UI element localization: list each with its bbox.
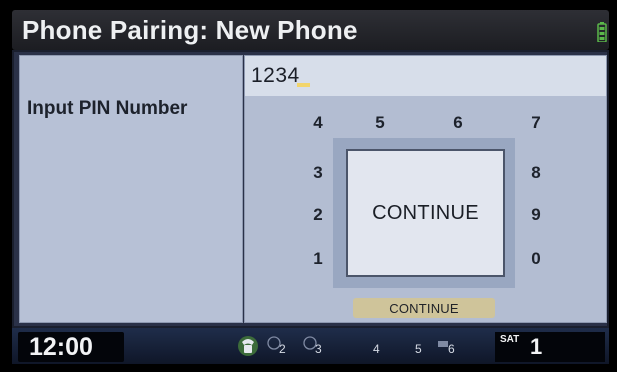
page-title: Phone Pairing: New Phone bbox=[22, 15, 358, 45]
digit-6[interactable]: 6 bbox=[446, 113, 470, 133]
main-area: Input PIN Number 1234 4 5 6 7 3 2 1 8 9 … bbox=[12, 50, 609, 328]
digit-5[interactable]: 5 bbox=[368, 113, 392, 133]
clock: 12:00 bbox=[29, 333, 93, 361]
sat-label: SAT bbox=[500, 334, 520, 345]
title-bar: Phone Pairing: New Phone bbox=[12, 10, 609, 50]
continue-button[interactable]: CONTINUE bbox=[346, 149, 505, 277]
digit-7[interactable]: 7 bbox=[524, 113, 548, 133]
battery-icon bbox=[597, 22, 607, 42]
preset-2[interactable]: 2 bbox=[265, 336, 295, 358]
left-panel: Input PIN Number bbox=[19, 55, 243, 323]
preset-3[interactable]: 3 bbox=[301, 336, 331, 358]
sat-indicator: SAT 1 bbox=[495, 332, 605, 362]
preset-4[interactable]: 4 bbox=[359, 336, 389, 358]
input-pin-label: Input PIN Number bbox=[27, 98, 188, 119]
phone-icon[interactable] bbox=[237, 333, 259, 357]
digit-8[interactable]: 8 bbox=[524, 163, 548, 183]
phone-pairing-screen: Phone Pairing: New Phone Input PIN Numbe… bbox=[0, 0, 617, 372]
sat-channel: 1 bbox=[530, 334, 543, 359]
pin-input[interactable]: 1234 bbox=[245, 56, 606, 96]
digit-2[interactable]: 2 bbox=[306, 205, 330, 225]
digit-9[interactable]: 9 bbox=[524, 205, 548, 225]
pin-value: 1234 bbox=[251, 64, 300, 87]
status-bar: 12:00 2 3 4 5 6 SAT 1 bbox=[12, 328, 609, 364]
digit-0[interactable]: 0 bbox=[524, 249, 548, 269]
preset-6[interactable]: 6 bbox=[434, 336, 464, 358]
digit-1[interactable]: 1 bbox=[306, 249, 330, 269]
digit-4[interactable]: 4 bbox=[306, 113, 330, 133]
clock-box: 12:00 bbox=[18, 332, 124, 362]
pin-entry-panel: 1234 4 5 6 7 3 2 1 8 9 0 CONTINUE CONTIN… bbox=[244, 55, 607, 323]
continue-tab[interactable]: CONTINUE bbox=[353, 298, 495, 318]
pin-cursor bbox=[297, 83, 310, 87]
preset-5[interactable]: 5 bbox=[401, 336, 431, 358]
digit-3[interactable]: 3 bbox=[306, 163, 330, 183]
